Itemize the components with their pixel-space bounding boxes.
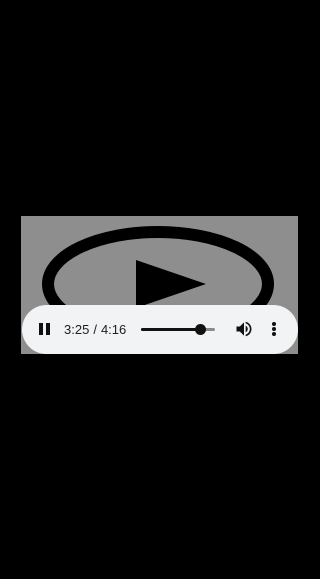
pause-icon bbox=[39, 323, 43, 335]
seek-progress-fill bbox=[141, 328, 201, 331]
pause-icon-bar bbox=[46, 323, 50, 335]
pause-button[interactable] bbox=[36, 319, 54, 339]
time-separator: / bbox=[93, 322, 97, 337]
volume-button[interactable] bbox=[234, 319, 254, 339]
volume-up-icon bbox=[236, 321, 252, 337]
duration: 4:16 bbox=[100, 322, 127, 337]
screen: 3:25/4:16 bbox=[0, 0, 320, 579]
more-options-button[interactable] bbox=[268, 319, 280, 339]
more-vert-icon-dot bbox=[272, 332, 276, 336]
more-vert-icon-dot bbox=[272, 327, 276, 331]
seek-slider[interactable] bbox=[141, 321, 215, 337]
time-display: 3:25/4:16 bbox=[64, 321, 126, 338]
current-time: 3:25 bbox=[64, 322, 90, 337]
media-controls-bar: 3:25/4:16 bbox=[22, 305, 298, 354]
more-vert-icon bbox=[272, 322, 276, 326]
seek-thumb[interactable] bbox=[195, 324, 207, 335]
video-player[interactable]: 3:25/4:16 bbox=[21, 216, 298, 354]
